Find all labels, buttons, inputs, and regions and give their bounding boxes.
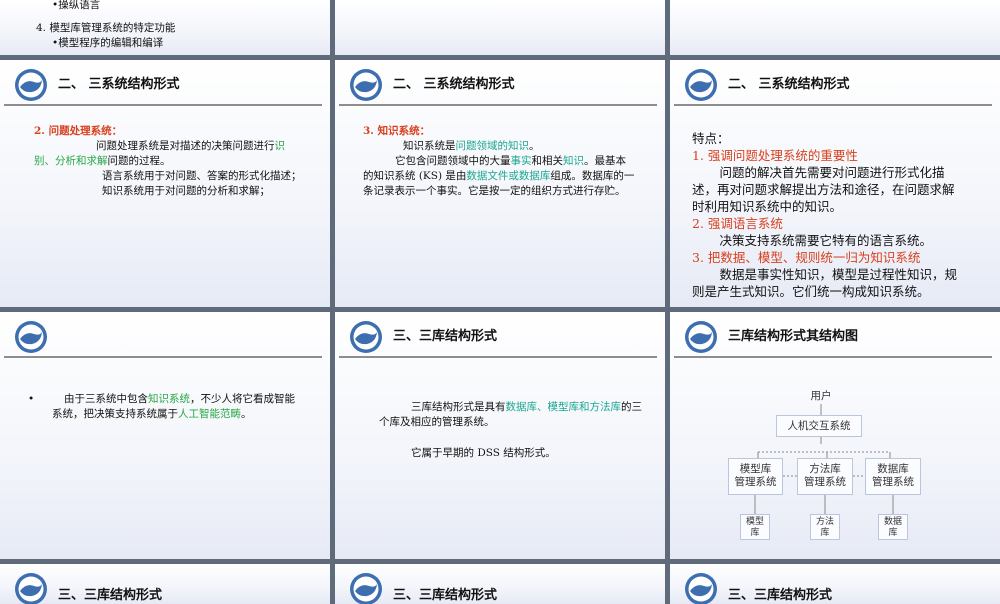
section-heading: 1. 强调问题处理系统的重要性 <box>692 148 858 163</box>
section-heading: 3. 知识系统： <box>363 125 431 137</box>
slide-header: 二、 三系统结构形式 <box>670 60 1000 106</box>
slide-thumbnail[interactable]: 二、 三系统结构形式 2. 问题处理系统： 问题处理系统是对描述的决策问题进行识… <box>0 60 330 307</box>
slide-header: 二、 三系统结构形式 <box>335 60 665 106</box>
header-divider <box>339 356 657 358</box>
header-divider <box>4 356 322 358</box>
university-seal-icon <box>15 69 47 101</box>
slide-thumbnail[interactable]: 三库结构形式其结构图 用户 人机交互系统 模型库 管理系统 方法库 管理系统 数据库… <box>670 312 1000 559</box>
slide-body: 3. 知识系统： 知识系统是问题领域的知识。 它包含问题领域中的大量事实和相关知… <box>363 124 635 199</box>
slide-body: •操纵语言 4. 模型库管理系统的特定功能 •模型程序的编辑和编译 <box>36 0 326 51</box>
diagram-node-hci: 人机交互系统 <box>776 415 862 437</box>
slide-title: 三、三库结构形式 <box>393 588 498 603</box>
text-line: 4. 模型库管理系统的特定功能 <box>36 22 176 34</box>
university-seal-icon <box>15 321 47 353</box>
paragraph: 它包含问题领域中的大量事实和相关知识。最基本的知识系统 (KS) 是由数据文件或… <box>363 155 635 197</box>
slide-thumbnail[interactable]: 二、 三系统结构形式 特点： 1. 强调问题处理系统的重要性 问题的解决首先需要… <box>670 60 1000 307</box>
university-seal-icon <box>350 573 382 604</box>
slide-thumbnail[interactable]: 三、三库结构形式 <box>670 564 1000 604</box>
section-heading: 3. 把数据、模型、规则统一归为知识系统 <box>692 250 921 265</box>
slide-title: 三、三库结构形式 <box>728 588 833 603</box>
university-seal-icon <box>350 69 382 101</box>
slide-thumbnail[interactable]: 三、三库结构形式 三库结构形式是具有数据库、模型库和方法库的三个库及相应的管理系… <box>335 312 665 559</box>
paragraph: 知识系统用于对问题的分析和求解； <box>102 185 270 197</box>
diagram-node-methms: 方法库 管理系统 <box>797 458 853 495</box>
paragraph: 它属于早期的 DSS 结构形式。 <box>411 447 556 459</box>
slide-header: 二、 三系统结构形式 <box>0 60 330 106</box>
slide-thumbnail[interactable]: 三、三库结构形式 <box>335 564 665 604</box>
header-divider <box>674 104 992 106</box>
section-heading: 2. 强调语言系统 <box>692 216 783 231</box>
slide-thumbnail[interactable] <box>670 0 1000 55</box>
slide-title: 二、 三系统结构形式 <box>393 77 515 92</box>
diagram-node-method-base: 方法库 <box>810 514 840 540</box>
slide-header: 三、三库结构形式 <box>335 312 665 358</box>
slide-header: 三、三库结构形式 <box>335 564 665 604</box>
slide-title: 三、三库结构形式 <box>58 588 163 603</box>
slide-thumbnail[interactable]: •操纵语言 4. 模型库管理系统的特定功能 •模型程序的编辑和编译 <box>0 0 330 55</box>
slide-title: 二、 三系统结构形式 <box>58 77 180 92</box>
slide-thumbnail[interactable]: 二、 三系统结构形式 3. 知识系统： 知识系统是问题领域的知识。 它包含问题领… <box>335 60 665 307</box>
slide-title: 三、三库结构形式 <box>393 329 498 344</box>
slide-body: 2. 问题处理系统： 问题处理系统是对描述的决策问题进行识别、分析和求解问题的过… <box>34 124 304 199</box>
diagram-node-dbms: 数据库 管理系统 <box>865 458 921 495</box>
text-line: 特点： <box>692 131 730 146</box>
section-heading: 2. 问题处理系统： <box>34 125 123 137</box>
slide-header: 三、三库结构形式 <box>0 564 330 604</box>
paragraph: 决策支持系统需要它特有的语言系统。 <box>719 233 933 248</box>
text-line: •模型程序的编辑和编译 <box>52 37 164 49</box>
slide-body: 特点： 1. 强调问题处理系统的重要性 问题的解决首先需要对问题进行形式化描述，… <box>692 130 962 300</box>
diagram-node-mbms: 模型库 管理系统 <box>728 458 783 495</box>
paragraph: 知识系统是问题领域的知识。 <box>403 140 540 152</box>
slide-header <box>0 312 330 358</box>
paragraph: 问题处理系统是对描述的决策问题进行识别、分析和求解问题的过程。 <box>34 140 285 167</box>
diagram-node-model-base: 模型库 <box>740 514 770 540</box>
header-divider <box>339 104 657 106</box>
paragraph: 语言系统用于对问题、答案的形式化描述； <box>102 170 302 182</box>
slide-body: 三库结构形式是具有数据库、模型库和方法库的三个库及相应的管理系统。 它属于早期的… <box>379 400 651 461</box>
slide-thumbnail[interactable] <box>335 0 665 55</box>
paragraph: 数据是事实性知识，模型是过程性知识，规则是产生式知识。它们统一构成知识系统。 <box>692 267 958 299</box>
slide-title: 二、 三系统结构形式 <box>728 77 850 92</box>
slide-thumbnail[interactable]: • 由于三系统中包含知识系统，不少人将它看成智能系统，把决策支持系统属于人工智能… <box>0 312 330 559</box>
diagram-node-database: 数据库 <box>878 514 908 540</box>
slide-header: 三、三库结构形式 <box>670 564 1000 604</box>
bullet: • <box>28 393 35 405</box>
header-divider <box>4 104 322 106</box>
university-seal-icon <box>350 321 382 353</box>
university-seal-icon <box>15 573 47 604</box>
slide-thumbnail[interactable]: 三、三库结构形式 <box>0 564 330 604</box>
slide-body: • 由于三系统中包含知识系统，不少人将它看成智能系统，把决策支持系统属于人工智能… <box>28 392 300 422</box>
paragraph: 三库结构形式是具有数据库、模型库和方法库的三个库及相应的管理系统。 <box>379 401 642 428</box>
paragraph: 问题的解决首先需要对问题进行形式化描述，再对问题求解提出方法和途径，在问题求解时… <box>692 165 955 214</box>
university-seal-icon <box>685 573 717 604</box>
diagram-node-user: 用户 <box>810 390 832 402</box>
paragraph: 由于三系统中包含知识系统，不少人将它看成智能系统，把决策支持系统属于人工智能范畴… <box>52 393 295 420</box>
text-line: •操纵语言 <box>52 0 101 11</box>
university-seal-icon <box>685 69 717 101</box>
